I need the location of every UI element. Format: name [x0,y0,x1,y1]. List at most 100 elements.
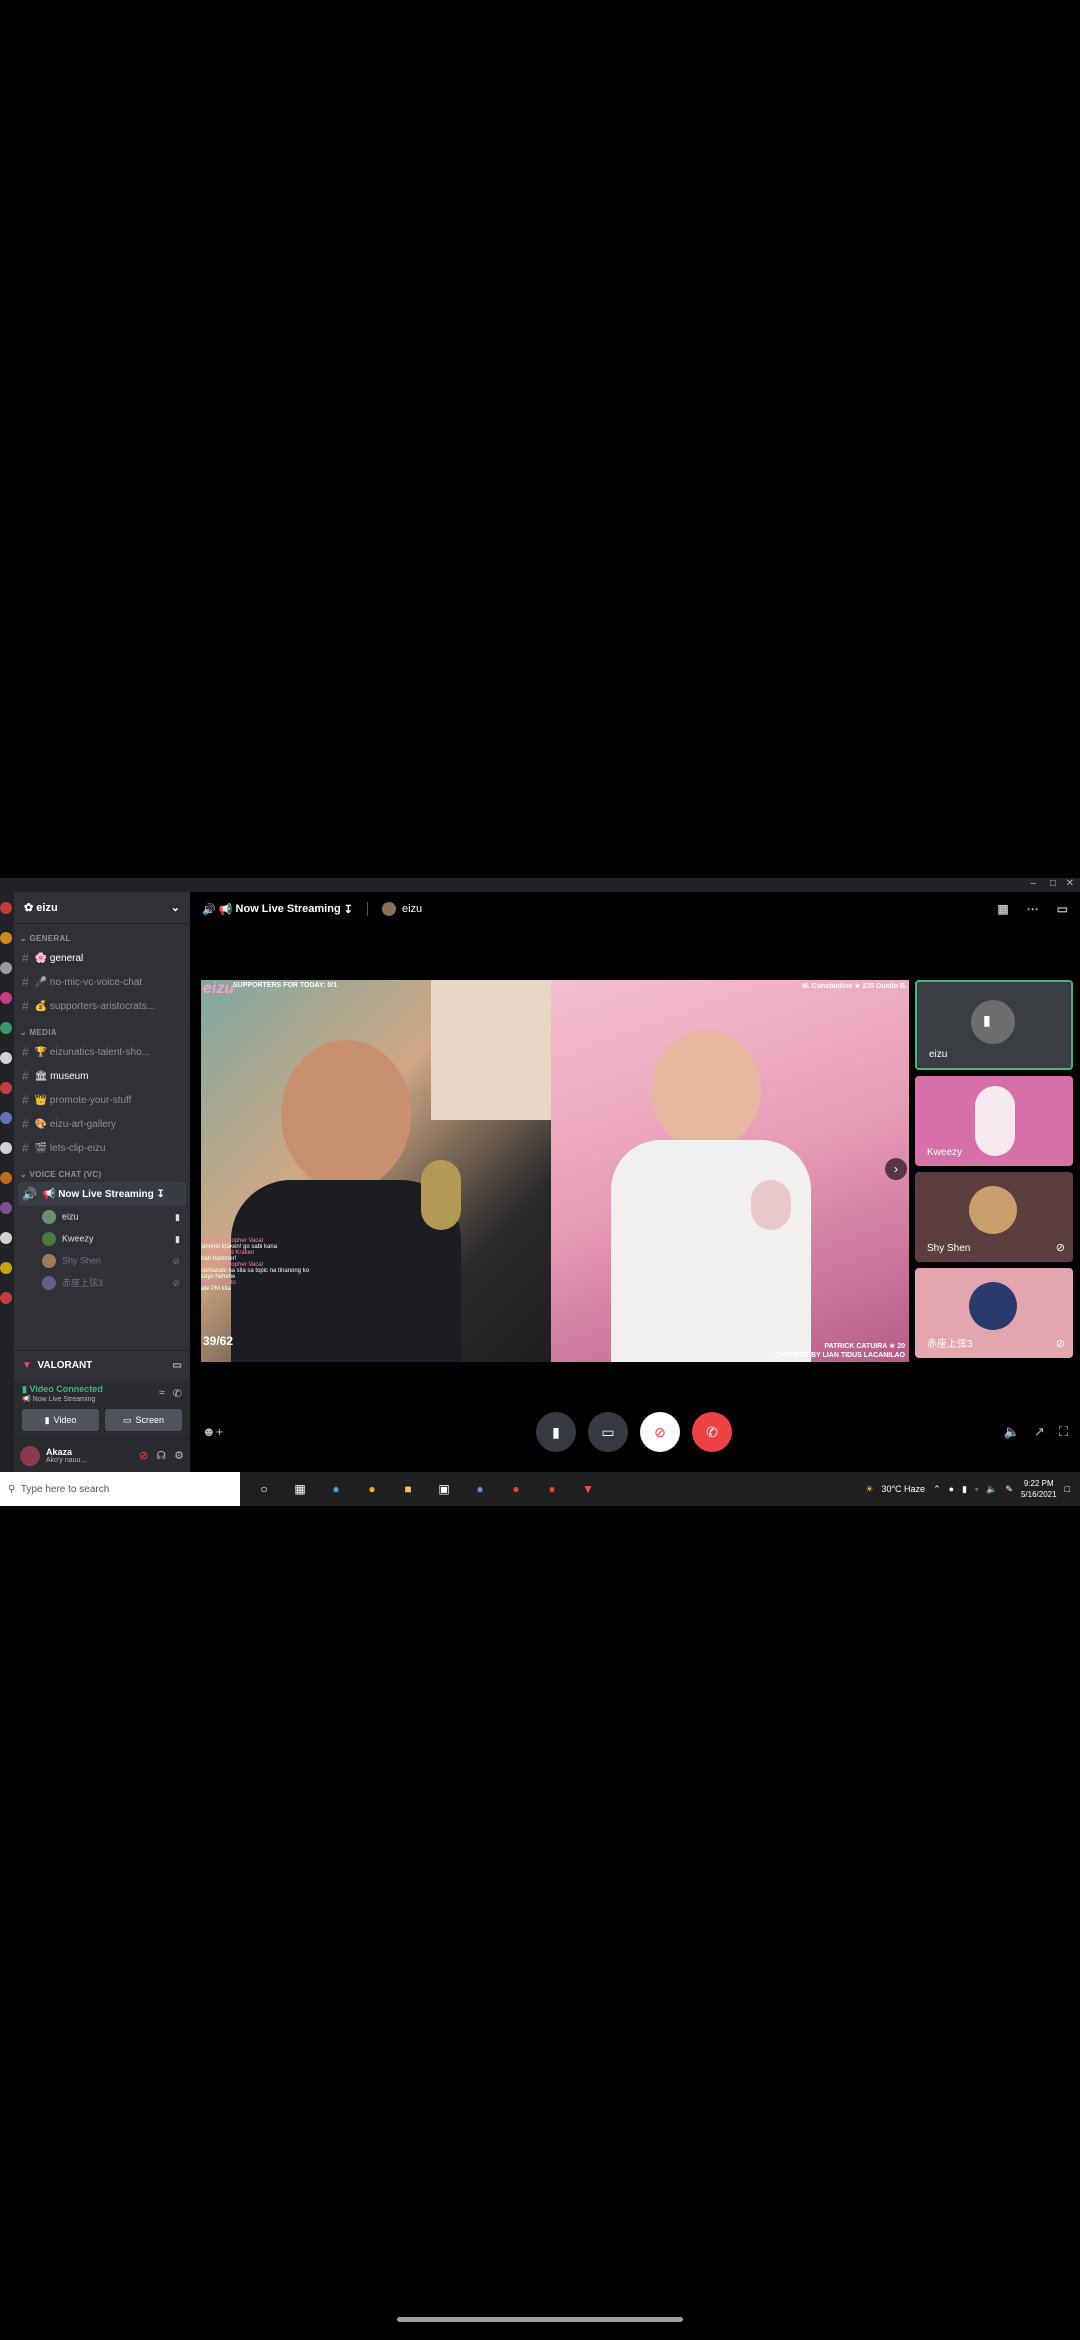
taskbar-search[interactable]: ⚲ Type here to search [0,1472,240,1506]
screen-button[interactable]: ▭ Screen [105,1409,182,1431]
participant-tile[interactable]: Shy Shen ⊘ [915,1172,1073,1262]
noise-suppression-icon[interactable]: ≈ [159,1387,165,1400]
battery-icon[interactable]: ▮ [962,1484,967,1495]
user-panel: Akaza Ako'y nauu... ⊘ ☊ ⚙ [14,1438,190,1472]
server-icon[interactable] [0,902,12,914]
channel-emoji: 🎨 [34,1118,48,1130]
gesture-home-bar[interactable] [397,2317,683,2322]
weather-text[interactable]: 30°C Haze [881,1484,925,1494]
add-user-icon[interactable]: ☻+ [202,1424,223,1439]
overlay-brand: eizu [203,980,235,997]
server-icon[interactable] [0,992,12,1004]
chevron-up-icon[interactable]: ⌃ [933,1484,941,1495]
headphones-icon[interactable]: ☊ [156,1449,166,1462]
voice-user[interactable]: eizu ▮ [14,1206,190,1228]
mute-button[interactable]: ⊘ [640,1412,680,1452]
close-button[interactable]: ✕ [1066,878,1074,889]
person-figure [975,1086,1015,1156]
channel-clip[interactable]: # 🎬 lets-clip-eizu [14,1136,190,1160]
participant-tile[interactable]: 赤座上弦3 ⊘ [915,1268,1073,1358]
popout-icon[interactable]: ▭ [1057,902,1068,916]
mic-muted-icon: ⊘ [172,1255,180,1266]
channel-supporters[interactable]: # 💰 supporters-aristocrats... [14,994,190,1018]
mic-icon[interactable]: ● [949,1484,954,1494]
pen-icon[interactable]: ✎ [1005,1484,1013,1495]
voice-user[interactable]: 赤座上弦3 ⊘ [14,1272,190,1294]
edge-icon[interactable]: ● [324,1477,348,1501]
chrome-icon[interactable]: ● [504,1477,528,1501]
server-icon[interactable] [0,932,12,944]
channel-museum[interactable]: # 🏛 museum [14,1064,190,1088]
grid-layout-icon[interactable]: ▦ [997,902,1008,916]
more-options-icon[interactable]: ⋯ [1027,902,1039,916]
server-icon[interactable] [0,1022,12,1034]
channel-art-gallery[interactable]: # 🎨 eizu-art-gallery [14,1112,190,1136]
server-icon[interactable] [0,962,12,974]
server-icon[interactable] [0,1112,12,1124]
maximize-button[interactable]: □ [1050,878,1056,889]
participant-tile[interactable]: ▮ eizu [915,980,1073,1070]
voice-user[interactable]: Shy Shen ⊘ [14,1250,190,1272]
cortana-icon[interactable]: ○ [252,1477,276,1501]
server-icon[interactable] [0,1172,12,1184]
server-icon[interactable] [0,1232,12,1244]
minimize-button[interactable]: – [1030,878,1036,889]
channel-label: promote-your-stuff [49,1094,132,1106]
avatar [42,1254,56,1268]
category-label: MEDIA [29,1028,57,1037]
chrome-icon[interactable]: ● [360,1477,384,1501]
screen-share-icon[interactable]: ▭ [173,1360,182,1371]
category-voice[interactable]: ⌄ VOICE CHAT (VC) [14,1160,190,1182]
hash-icon: # [22,999,29,1013]
server-icon[interactable] [0,1292,12,1304]
store-icon[interactable]: ▣ [432,1477,456,1501]
voice-channel-sub: Now Live Streaming [32,1396,96,1403]
video-button[interactable]: ▮ Video [22,1409,99,1431]
participant-tile[interactable]: Kweezy [915,1076,1073,1166]
voice-channel-now-live[interactable]: 🔊 📢 Now Live Streaming ↧ [18,1182,186,1206]
disconnect-icon[interactable]: ✆ [173,1387,182,1400]
discord-icon[interactable]: ● [468,1477,492,1501]
valorant-icon[interactable]: ▼ [576,1477,600,1501]
server-icon[interactable] [0,1082,12,1094]
category-label: VOICE CHAT (VC) [29,1170,102,1179]
activity-row[interactable]: ▼ VALORANT ▭ [14,1350,190,1380]
clock[interactable]: 9:22 PM 5/16/2021 [1021,1478,1057,1500]
gear-icon[interactable]: ⚙ [174,1449,184,1462]
channel-label: museum [50,1070,89,1082]
channel-no-mic[interactable]: # 🎤 no-mic-vc-voice-chat [14,970,190,994]
volume-icon[interactable]: 🔈 [1004,1424,1020,1440]
server-icon[interactable] [0,1052,12,1064]
channel-promote[interactable]: # 👑 promote-your-stuff [14,1088,190,1112]
fullscreen-icon[interactable]: ⛶ [1059,1424,1068,1440]
notification-icon[interactable]: □ [1065,1484,1070,1494]
voice-status: Video Connected [29,1384,103,1394]
stream-video[interactable]: eizu SUPPORTERS FOR TODAY: 0/1 M. Consta… [201,980,909,1362]
hash-icon: # [22,1117,29,1131]
volume-icon[interactable]: 🔈 [986,1484,997,1495]
category-media[interactable]: ⌄ MEDIA [14,1018,190,1040]
file-explorer-icon[interactable]: ■ [396,1477,420,1501]
category-general[interactable]: ⌄ GENERAL [14,924,190,946]
channel-general[interactable]: # 🌸 general [14,946,190,970]
channel-talent-show[interactable]: # 🏆 eizunatics-talent-sho... [14,1040,190,1064]
chrome-icon[interactable]: ● [540,1477,564,1501]
hash-icon: # [22,1045,29,1059]
avatar [971,1000,1015,1044]
voice-user[interactable]: Kweezy ▮ [14,1228,190,1250]
camera-button[interactable]: ▮ [536,1412,576,1452]
screen-share-icon: ▭ [601,1423,615,1440]
voice-user-name: 赤座上弦3 [62,1277,104,1288]
server-icon[interactable] [0,1202,12,1214]
server-icon[interactable] [0,1262,12,1274]
avatar[interactable] [20,1445,40,1466]
network-icon[interactable]: ◦ [975,1484,978,1494]
screen-share-button[interactable]: ▭ [588,1412,628,1452]
server-icon[interactable] [0,1142,12,1154]
chevron-right-icon[interactable]: › [885,1158,907,1180]
mic-muted-icon[interactable]: ⊘ [139,1449,148,1462]
task-view-icon[interactable]: ▦ [288,1477,312,1501]
guild-header[interactable]: ✿ eizu ⌄ [14,892,190,924]
hangup-button[interactable]: ✆ [692,1412,732,1452]
popout-icon[interactable]: ↗ [1034,1424,1045,1440]
